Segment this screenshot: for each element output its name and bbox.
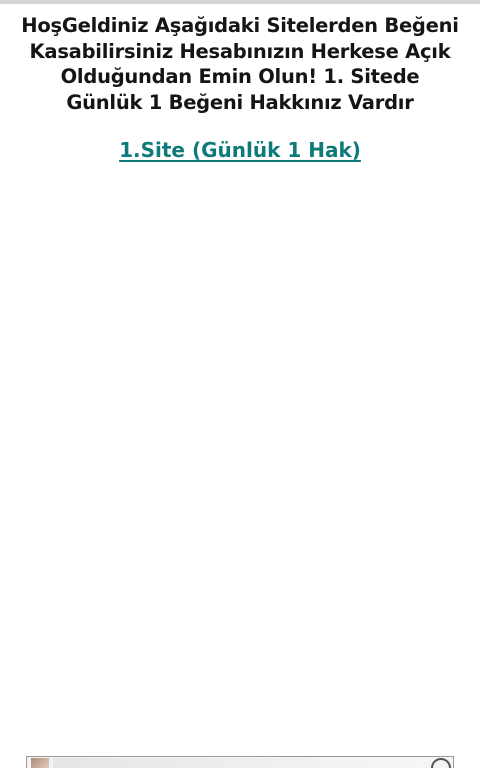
- ad-thumbnail-image: [31, 758, 49, 768]
- close-icon[interactable]: [431, 758, 451, 768]
- welcome-heading: HoşGeldiniz Aşağıdaki Sitelerden Beğeni …: [21, 14, 459, 114]
- site-1-link[interactable]: 1.Site (Günlük 1 Hak): [119, 138, 361, 162]
- site-link-row: 1.Site (Günlük 1 Hak): [0, 136, 480, 164]
- top-strip: [0, 0, 480, 4]
- ad-banner[interactable]: [26, 756, 454, 768]
- ad-content: [53, 758, 425, 768]
